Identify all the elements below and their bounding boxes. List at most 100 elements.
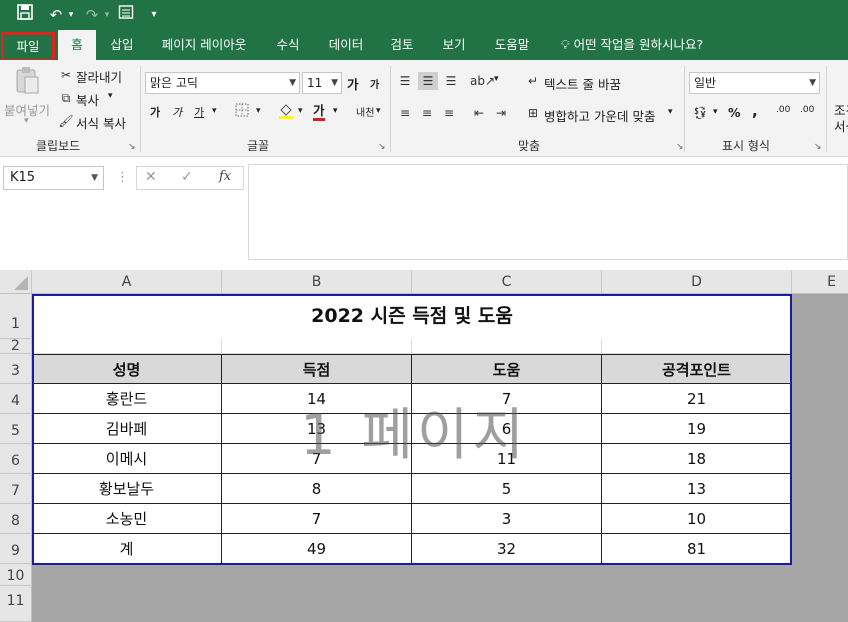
underline-dropdown-icon[interactable]: ▾ — [212, 106, 217, 116]
tab-page-layout[interactable]: 페이지 레이아웃 — [152, 30, 256, 60]
fill-color-icon[interactable] — [277, 102, 295, 125]
table-cell[interactable]: 황보날두 — [32, 474, 222, 504]
font-size-combo[interactable]: 11 ▼ — [302, 72, 342, 94]
table-header-assists[interactable]: 도움 — [412, 354, 602, 384]
table-cell[interactable]: 계 — [32, 534, 222, 564]
orientation-dropdown-icon[interactable]: ▾ — [494, 74, 499, 84]
cell-blank[interactable] — [602, 339, 792, 354]
table-cell[interactable]: 7 — [222, 504, 412, 534]
merge-dropdown-icon[interactable]: ▾ — [668, 107, 673, 117]
paste-dropdown-icon[interactable]: ▾ — [24, 116, 29, 126]
cut-button[interactable]: 잘라내기 — [76, 67, 122, 86]
table-cell[interactable]: 18 — [602, 444, 792, 474]
orientation-icon[interactable]: ab↗ — [470, 72, 495, 90]
format-as-table-button[interactable]: 서식 — [834, 116, 848, 135]
table-cell[interactable]: 소농민 — [32, 504, 222, 534]
row-header-10[interactable]: 10 — [0, 564, 32, 586]
cancel-icon[interactable]: ✕ — [145, 169, 157, 185]
enter-icon[interactable]: ✓ — [181, 169, 193, 185]
copy-button[interactable]: 복사 — [76, 90, 99, 109]
redo-dropdown-icon[interactable]: ▾ — [102, 4, 112, 26]
number-format-combo[interactable]: 일반 ▼ — [689, 72, 820, 94]
row-header-7[interactable]: 7 — [0, 474, 32, 504]
decrease-indent-icon[interactable]: ⇤ — [470, 104, 488, 122]
table-cell[interactable]: 7 — [222, 444, 412, 474]
row-header-3[interactable]: 3 — [0, 354, 32, 384]
sheet-title[interactable]: 2022 시즌 득점 및 도움 — [32, 294, 792, 339]
column-header-c[interactable]: C — [412, 270, 602, 294]
name-box[interactable]: K15 ▼ — [3, 166, 104, 190]
table-cell[interactable]: 11 — [412, 444, 602, 474]
row-header-1[interactable]: 1 — [0, 294, 32, 339]
cell-blank[interactable] — [222, 339, 412, 354]
tab-view[interactable]: 보기 — [432, 30, 476, 60]
tab-data[interactable]: 데이터 — [318, 30, 374, 60]
currency-icon[interactable]: 💱︎ — [690, 104, 710, 122]
row-header-2[interactable]: 2 — [0, 339, 32, 354]
borders-icon[interactable] — [233, 103, 251, 122]
table-cell[interactable]: 19 — [602, 414, 792, 444]
align-top-icon[interactable]: ☰ — [396, 72, 414, 90]
underline-button[interactable]: 가 — [194, 104, 204, 120]
font-color-button[interactable]: 가 — [313, 103, 325, 121]
align-left-icon[interactable]: ≡ — [396, 104, 414, 122]
table-header-goals[interactable]: 득점 — [222, 354, 412, 384]
tab-file[interactable]: 파일 — [1, 32, 55, 62]
clipboard-launcher-icon[interactable]: ↘ — [128, 142, 136, 152]
table-cell[interactable]: 홍란드 — [32, 384, 222, 414]
table-cell[interactable]: 13 — [222, 414, 412, 444]
increase-indent-icon[interactable]: ⇥ — [492, 104, 510, 122]
column-header-a[interactable]: A — [32, 270, 222, 294]
tab-formulas[interactable]: 수식 — [266, 30, 310, 60]
form-icon[interactable] — [115, 4, 137, 26]
customize-icon[interactable]: ▾ — [146, 4, 162, 26]
font-name-combo[interactable]: 맑은 고딕 ▼ — [145, 72, 300, 94]
row-header-11[interactable]: 11 — [0, 586, 32, 622]
save-icon[interactable] — [14, 4, 36, 26]
font-launcher-icon[interactable]: ↘ — [378, 142, 386, 152]
merge-center-button[interactable]: 병합하고 가운데 맞춤 — [544, 106, 655, 125]
table-header-points[interactable]: 공격포인트 — [602, 354, 792, 384]
table-cell[interactable]: 32 — [412, 534, 602, 564]
undo-dropdown-icon[interactable]: ▾ — [66, 4, 76, 26]
row-header-4[interactable]: 4 — [0, 384, 32, 414]
align-right-icon[interactable]: ≡ — [440, 104, 458, 122]
alignment-launcher-icon[interactable]: ↘ — [676, 142, 684, 152]
align-center-icon[interactable]: ≡ — [418, 104, 436, 122]
grow-font-button[interactable]: 가 — [347, 74, 359, 93]
percent-button[interactable]: % — [728, 105, 741, 120]
wrap-text-button[interactable]: 텍스트 줄 바꿈 — [544, 74, 621, 93]
cell-blank[interactable] — [412, 339, 602, 354]
row-header-6[interactable]: 6 — [0, 444, 32, 474]
font-color-dropdown-icon[interactable]: ▾ — [333, 106, 338, 116]
decrease-decimal-button[interactable]: .00 — [800, 105, 814, 115]
table-cell[interactable]: 81 — [602, 534, 792, 564]
increase-decimal-button[interactable]: .00 — [776, 105, 790, 115]
table-cell[interactable]: 13 — [602, 474, 792, 504]
table-cell[interactable]: 김바페 — [32, 414, 222, 444]
tab-home[interactable]: 홈 — [58, 30, 96, 60]
table-cell[interactable]: 21 — [602, 384, 792, 414]
currency-dropdown-icon[interactable]: ▾ — [713, 107, 718, 117]
phonetic-dropdown-icon[interactable]: ▾ — [376, 106, 381, 116]
undo-icon[interactable]: ↶ — [46, 4, 66, 26]
column-header-b[interactable]: B — [222, 270, 412, 294]
column-header-d[interactable]: D — [602, 270, 792, 294]
phonetic-button[interactable]: 내천 — [356, 104, 374, 119]
table-header-name[interactable]: 성명 — [32, 354, 222, 384]
row-header-8[interactable]: 8 — [0, 504, 32, 534]
table-cell[interactable]: 6 — [412, 414, 602, 444]
align-middle-icon[interactable]: ☰ — [418, 72, 438, 90]
tell-me-search[interactable]: 💡︎ 어떤 작업을 원하시나요? — [552, 30, 712, 60]
italic-button[interactable]: 가 — [172, 104, 182, 120]
paste-icon[interactable] — [12, 66, 42, 96]
redo-icon[interactable]: ↷ — [82, 4, 102, 26]
table-cell[interactable]: 14 — [222, 384, 412, 414]
comma-button[interactable]: , — [752, 102, 758, 120]
tab-insert[interactable]: 삽입 — [100, 30, 144, 60]
row-header-5[interactable]: 5 — [0, 414, 32, 444]
table-cell[interactable]: 7 — [412, 384, 602, 414]
cell-blank[interactable] — [32, 339, 222, 354]
table-cell[interactable]: 10 — [602, 504, 792, 534]
table-cell[interactable]: 3 — [412, 504, 602, 534]
